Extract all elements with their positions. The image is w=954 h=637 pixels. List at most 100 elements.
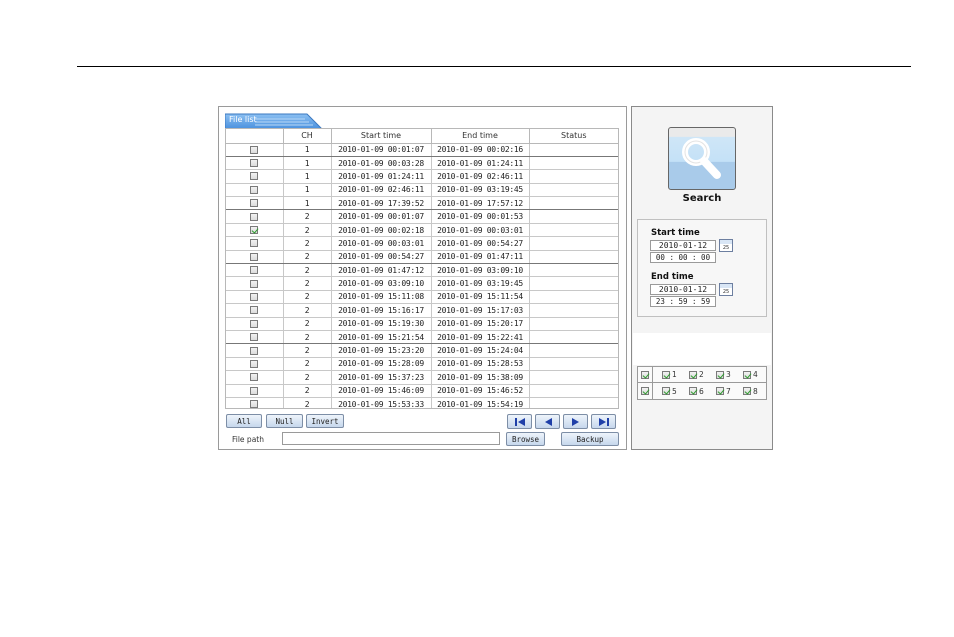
cell-end-time: 2010-01-09 15:17:03 [431,303,530,318]
search-panel: Search Start time 2010-01-12 25 00 : 00 … [631,106,773,450]
prev-page-button[interactable] [535,414,560,429]
table-row[interactable]: 1 2010-01-09 17:39:52 2010-01-09 17:57:12 [226,196,618,211]
cell-ch: 2 [283,290,332,305]
checkbox[interactable] [641,370,649,379]
row-checkbox[interactable] [250,279,259,288]
channel-row-1-all-checkbox[interactable] [638,367,653,382]
table-row[interactable]: 2 2010-01-09 01:47:12 2010-01-09 03:09:10 [226,263,618,278]
cell-status [529,343,618,358]
row-checkbox[interactable] [250,145,259,154]
channel-4-checkbox[interactable]: 4 [741,370,761,379]
search-button[interactable] [668,127,736,190]
row-checkbox[interactable] [250,373,259,382]
table-row[interactable]: 2 2010-01-09 15:21:54 2010-01-09 15:22:41 [226,330,618,345]
checkbox[interactable] [662,370,670,379]
row-checkbox[interactable] [250,159,259,168]
row-select-cell [226,263,284,278]
table-row[interactable]: 2 2010-01-09 15:16:17 2010-01-09 15:17:03 [226,303,618,318]
channel-8-checkbox[interactable]: 8 [741,387,761,396]
row-checkbox[interactable] [250,239,259,248]
invert-selection-button[interactable]: Invert [306,414,344,428]
col-end-time[interactable]: End time [431,129,530,144]
table-row[interactable]: 2 2010-01-09 15:46:09 2010-01-09 15:46:52 [226,384,618,398]
col-start-time[interactable]: Start time [331,129,432,144]
checkbox[interactable] [662,387,670,395]
checkbox[interactable] [716,387,724,395]
row-checkbox[interactable] [250,226,259,235]
row-checkbox[interactable] [250,252,259,261]
select-none-button[interactable]: Null [266,414,303,428]
cell-end-time: 2010-01-09 15:28:53 [431,357,530,372]
start-calendar-button[interactable]: 25 [719,239,733,252]
checkbox[interactable] [716,370,724,379]
file-path-label: File path [232,435,264,444]
row-checkbox[interactable] [250,292,259,301]
row-checkbox[interactable] [250,400,259,408]
row-checkbox[interactable] [250,346,259,355]
row-select-cell [226,330,284,345]
table-row[interactable]: 1 2010-01-09 00:01:07 2010-01-09 00:02:16 [226,143,618,157]
end-calendar-button[interactable]: 25 [719,283,733,296]
row-checkbox[interactable] [250,199,259,208]
row-checkbox[interactable] [250,266,259,275]
cell-ch: 2 [283,317,332,331]
table-row[interactable]: 2 2010-01-09 15:53:33 2010-01-09 15:54:19 [226,397,618,408]
row-checkbox[interactable] [250,306,259,315]
checkbox[interactable] [641,387,649,395]
row-checkbox[interactable] [250,386,259,395]
row-checkbox[interactable] [250,359,259,368]
table-row[interactable]: 2 2010-01-09 15:37:23 2010-01-09 15:38:09 [226,370,618,385]
table-row[interactable]: 1 2010-01-09 00:03:28 2010-01-09 01:24:11 [226,156,618,171]
checkbox[interactable] [689,387,697,395]
table-row[interactable]: 2 2010-01-09 15:23:20 2010-01-09 15:24:04 [226,343,618,358]
table-row[interactable]: 2 2010-01-09 00:02:18 2010-01-09 00:03:01 [226,223,618,238]
end-time-field[interactable]: 23 : 59 : 59 [650,296,716,307]
cell-end-time: 2010-01-09 02:46:11 [431,169,530,184]
cell-ch: 2 [283,397,332,408]
cell-status [529,196,618,211]
table-row[interactable]: 2 2010-01-09 00:54:27 2010-01-09 01:47:11 [226,250,618,265]
row-checkbox[interactable] [250,319,259,328]
table-row[interactable]: 1 2010-01-09 01:24:11 2010-01-09 02:46:11 [226,169,618,184]
table-row[interactable]: 1 2010-01-09 02:46:11 2010-01-09 03:19:45 [226,183,618,198]
channel-1-checkbox[interactable]: 1 [660,370,680,379]
channel-5-checkbox[interactable]: 5 [660,387,680,396]
checkbox[interactable] [743,370,751,379]
file-path-input[interactable] [282,432,500,445]
cell-status [529,384,618,398]
checkbox[interactable] [743,387,751,395]
row-select-cell [226,143,284,157]
col-ch[interactable]: CH [283,129,332,144]
table-row[interactable]: 2 2010-01-09 00:01:07 2010-01-09 00:01:53 [226,209,618,224]
row-checkbox[interactable] [250,185,259,194]
browse-button[interactable]: Browse [506,432,545,446]
next-page-button[interactable] [563,414,588,429]
row-select-cell [226,357,284,372]
channel-row-2-all-checkbox[interactable] [638,383,653,399]
channel-3-checkbox[interactable]: 3 [714,370,734,379]
channel-6-checkbox[interactable]: 6 [687,387,707,396]
row-checkbox[interactable] [250,333,259,342]
checkbox[interactable] [689,370,697,379]
table-row[interactable]: 2 2010-01-09 15:11:08 2010-01-09 15:11:54 [226,290,618,305]
start-time-field[interactable]: 00 : 00 : 00 [650,252,716,263]
channel-2-checkbox[interactable]: 2 [687,370,707,379]
first-page-button[interactable] [507,414,532,429]
channel-7-checkbox[interactable]: 7 [714,387,734,396]
cell-end-time: 2010-01-09 01:47:11 [431,250,530,265]
last-page-button[interactable] [591,414,616,429]
table-row[interactable]: 2 2010-01-09 15:19:30 2010-01-09 15:20:17 [226,317,618,331]
backup-button[interactable]: Backup [561,432,619,446]
select-all-button[interactable]: All [226,414,262,428]
start-date-field[interactable]: 2010-01-12 [650,240,716,251]
end-date-field[interactable]: 2010-01-12 [650,284,716,295]
table-row[interactable]: 2 2010-01-09 00:03:01 2010-01-09 00:54:27 [226,236,618,251]
row-checkbox[interactable] [250,172,259,181]
tab-file-list[interactable]: File list [225,113,323,129]
table-row[interactable]: 2 2010-01-09 03:09:10 2010-01-09 03:19:45 [226,276,618,291]
table-row[interactable]: 2 2010-01-09 15:28:09 2010-01-09 15:28:53 [226,357,618,372]
cell-status [529,209,618,224]
col-status[interactable]: Status [529,129,618,144]
cell-end-time: 2010-01-09 15:20:17 [431,317,530,331]
row-checkbox[interactable] [250,212,259,221]
